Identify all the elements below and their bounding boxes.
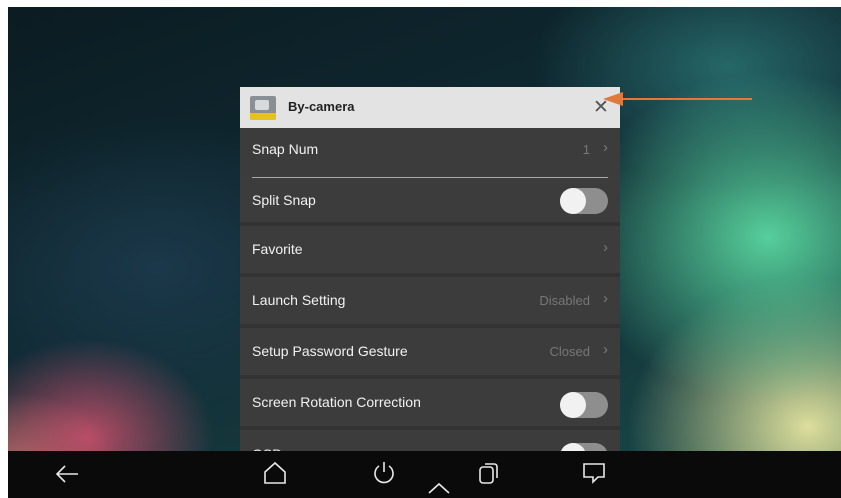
setting-row-launch-setting[interactable]: Launch Setting Disabled › — [240, 277, 620, 328]
desktop-wallpaper: By-camera ✕ Snap Num 1 › Split Snap Favo… — [8, 7, 841, 498]
back-icon[interactable] — [54, 463, 80, 485]
setting-row-favorite[interactable]: Favorite › — [240, 226, 620, 277]
setting-row-snap-num[interactable]: Snap Num 1 › — [240, 128, 620, 176]
screen-rotation-toggle[interactable] — [560, 392, 608, 418]
navigation-bar — [8, 451, 841, 498]
setting-row-screen-rotation[interactable]: Screen Rotation Correction — [240, 379, 620, 430]
split-snap-toggle[interactable] — [560, 188, 608, 214]
dialog-title: By-camera — [288, 99, 355, 114]
setting-label: Screen Rotation Correction — [252, 394, 421, 410]
setting-label: Snap Num — [252, 141, 319, 157]
setting-value: Closed — [549, 344, 590, 359]
setting-row-password-gesture[interactable]: Setup Password Gesture Closed › — [240, 328, 620, 379]
setting-label: Favorite — [252, 241, 303, 257]
message-icon[interactable] — [581, 461, 607, 485]
setting-label: Launch Setting — [252, 292, 346, 308]
settings-dialog: By-camera ✕ Snap Num 1 › Split Snap Favo… — [240, 87, 620, 470]
by-camera-app-icon — [250, 96, 276, 120]
home-icon[interactable] — [262, 460, 288, 486]
setting-label: Split Snap — [252, 192, 316, 208]
setting-label: Setup Password Gesture — [252, 343, 408, 359]
dialog-titlebar: By-camera ✕ — [240, 87, 620, 129]
setting-row-split-snap[interactable]: Split Snap — [240, 178, 620, 226]
annotation-arrow-head — [603, 92, 623, 106]
setting-value: 1 — [582, 142, 590, 157]
up-chevron-icon[interactable] — [427, 481, 451, 495]
annotation-arrow-line — [622, 98, 752, 100]
chevron-right-icon: › — [603, 341, 608, 358]
chevron-right-icon: › — [603, 290, 608, 307]
recent-apps-icon[interactable] — [477, 460, 501, 486]
chevron-right-icon: › — [603, 239, 608, 256]
power-icon[interactable] — [372, 460, 396, 486]
chevron-right-icon: › — [603, 139, 608, 156]
setting-value: Disabled — [539, 293, 590, 308]
